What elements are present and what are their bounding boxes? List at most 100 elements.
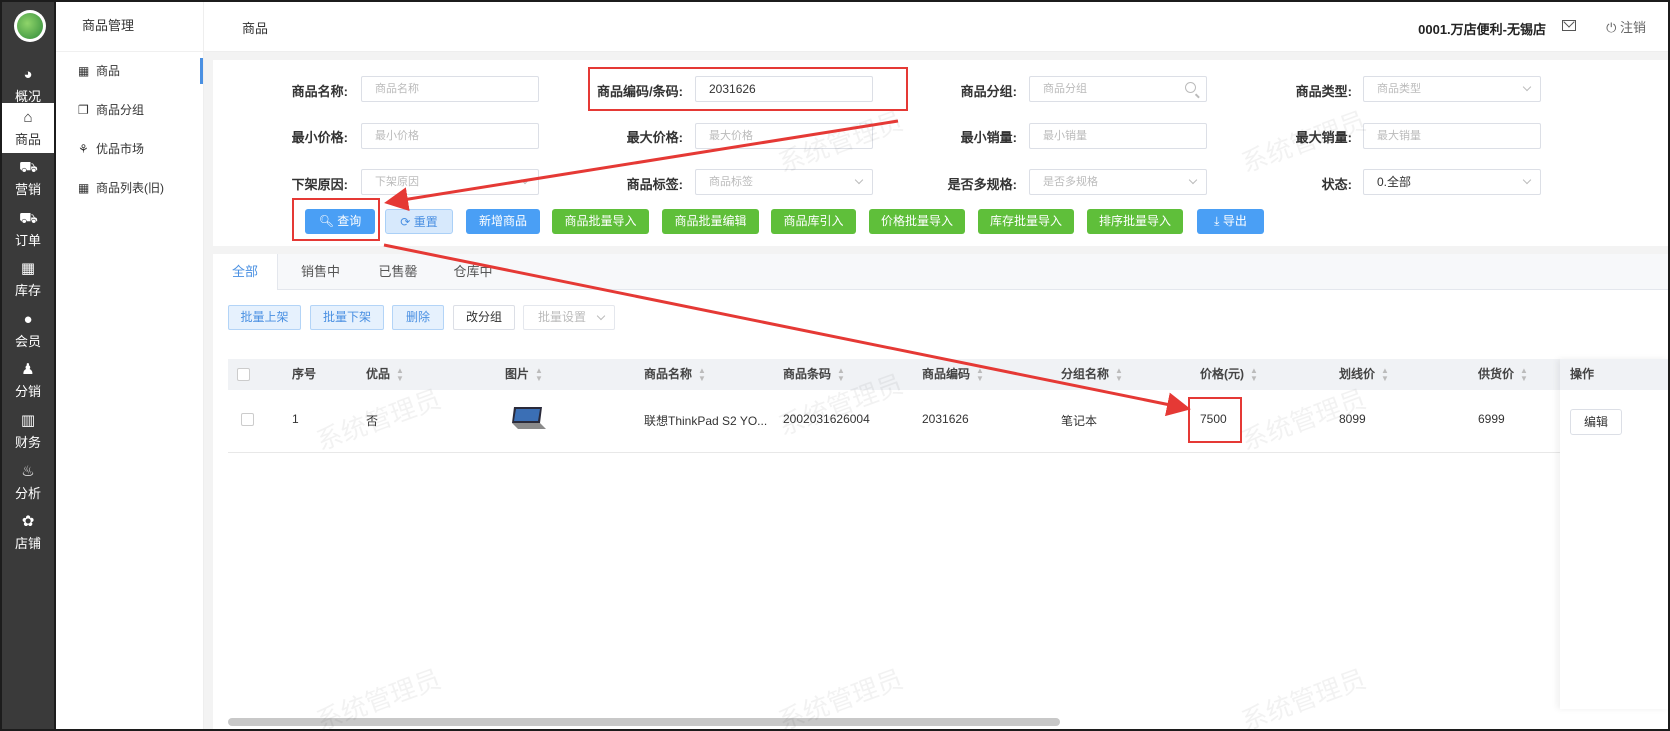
name-label: 商品名称: bbox=[291, 84, 348, 99]
tab-all[interactable]: 全部 bbox=[213, 254, 278, 290]
min-sales-input[interactable]: 最小销量 bbox=[1029, 123, 1207, 149]
tag-label: 商品标签: bbox=[626, 177, 683, 192]
store-icon: ✿ bbox=[21, 513, 35, 530]
tree-icon: ⚘ bbox=[78, 142, 89, 156]
table-row[interactable]: 1 否 联想ThinkPad S2 YO... 2002031626004 20… bbox=[228, 390, 1670, 453]
sidebar-item-market[interactable]: ⚘ 优品市场 bbox=[56, 130, 203, 169]
sort-icon: ▲ ▼ bbox=[1250, 365, 1258, 383]
delete-button[interactable]: 删除 bbox=[392, 305, 444, 330]
cell-name: 联想ThinkPad S2 YO... bbox=[644, 414, 768, 428]
sidebar-item-product-groups[interactable]: ❐ 商品分组 bbox=[56, 91, 203, 130]
cell-list-price: 8099 bbox=[1339, 412, 1366, 426]
horizontal-scrollbar[interactable] bbox=[228, 718, 1060, 726]
annotation-box-query-button bbox=[292, 198, 380, 241]
logout-button[interactable]: ⏻ 注销 bbox=[1606, 17, 1646, 36]
tab-in-warehouse[interactable]: 仓库中 bbox=[433, 254, 513, 290]
tag-select[interactable]: 商品标签 bbox=[695, 169, 873, 195]
rail-item-distribution[interactable]: ♟ 分销 bbox=[2, 355, 54, 405]
col-featured[interactable]: 优品 ▲ ▼ bbox=[366, 359, 404, 390]
spec-label: 是否多规格: bbox=[947, 177, 1017, 192]
analysis-icon: ♨ bbox=[21, 463, 35, 480]
col-group[interactable]: 分组名称 ▲ ▼ bbox=[1061, 359, 1123, 390]
cell-barcode: 2002031626004 bbox=[783, 412, 870, 426]
sort-icon: ▲ ▼ bbox=[1381, 365, 1389, 383]
col-barcode[interactable]: 商品条码 ▲ ▼ bbox=[783, 359, 845, 390]
bulk-off-shelf-button[interactable]: 批量下架 bbox=[310, 305, 384, 330]
chevron-down-icon bbox=[1522, 175, 1532, 185]
max-price-input[interactable]: 最大价格 bbox=[695, 123, 873, 149]
row-checkbox[interactable] bbox=[241, 413, 254, 426]
col-list-price[interactable]: 划线价 ▲ ▼ bbox=[1339, 359, 1389, 390]
reason-select[interactable]: 下架原因 bbox=[361, 169, 539, 195]
name-input[interactable]: 商品名称 bbox=[361, 76, 539, 102]
rail-item-inventory[interactable]: ▦ 库存 bbox=[2, 254, 54, 304]
rail-item-analysis[interactable]: ♨ 分析 bbox=[2, 457, 54, 507]
tab-on-sale[interactable]: 销售中 bbox=[278, 254, 363, 290]
edit-button[interactable]: 编辑 bbox=[1570, 409, 1622, 435]
chevron-down-icon bbox=[1522, 82, 1532, 92]
cart-icon: ⛟ bbox=[19, 159, 38, 176]
refresh-icon: ⟳ bbox=[400, 215, 411, 229]
rail-item-store[interactable]: ✿ 店铺 bbox=[2, 507, 54, 557]
chevron-down-icon bbox=[520, 175, 530, 185]
spec-select[interactable]: 是否多规格 bbox=[1029, 169, 1207, 195]
group-select[interactable]: 商品分组 bbox=[1029, 76, 1207, 102]
max-sales-label: 最大销量: bbox=[1295, 130, 1352, 145]
col-supply-price[interactable]: 供货价 ▲ ▼ bbox=[1478, 359, 1528, 390]
bulk-edit-button[interactable]: 商品批量编辑 bbox=[662, 209, 759, 234]
tab-sold-out[interactable]: 已售罄 bbox=[358, 254, 438, 290]
regroup-button[interactable]: 改分组 bbox=[453, 305, 515, 330]
app-logo bbox=[14, 10, 46, 42]
download-icon: ⤓ bbox=[1214, 214, 1220, 228]
min-price-label: 最小价格: bbox=[291, 130, 348, 145]
bulk-settings-dropdown[interactable]: 批量设置 bbox=[523, 305, 615, 330]
secondary-sidebar: 商品管理 ▦ 商品 ❐ 商品分组 ⚘ 优品市场 ▦ 商品列表(旧) bbox=[56, 0, 204, 731]
grid-icon: ▦ bbox=[78, 64, 90, 78]
product-thumbnail[interactable] bbox=[508, 405, 548, 431]
dashboard-icon: ◕ bbox=[23, 66, 33, 83]
rail-item-marketing[interactable]: ⛟ 营销 bbox=[2, 153, 54, 203]
bulk-import-button[interactable]: 商品批量导入 bbox=[552, 209, 649, 234]
stock-import-button[interactable]: 库存批量导入 bbox=[978, 209, 1074, 234]
rail-item-orders[interactable]: ⛟ 订单 bbox=[2, 204, 54, 254]
rail-item-members[interactable]: ● 会员 bbox=[2, 305, 54, 355]
cell-code: 2031626 bbox=[922, 412, 969, 426]
bulk-on-shelf-button[interactable]: 批量上架 bbox=[228, 305, 301, 330]
rail-item-products[interactable]: ⌂ 商品 bbox=[2, 103, 54, 153]
inventory-icon: ▦ bbox=[20, 260, 36, 277]
max-sales-input[interactable]: 最大销量 bbox=[1363, 123, 1541, 149]
sidebar-item-products[interactable]: ▦ 商品 bbox=[56, 52, 203, 91]
chevron-down-icon bbox=[596, 311, 606, 321]
cell-featured: 否 bbox=[366, 414, 379, 428]
cell-group: 笔记本 bbox=[1061, 414, 1098, 428]
status-select[interactable]: 0.全部 bbox=[1363, 169, 1541, 195]
col-image[interactable]: 图片 ▲ ▼ bbox=[505, 359, 543, 390]
library-import-button[interactable]: 商品库引入 bbox=[771, 209, 856, 234]
select-all-checkbox[interactable] bbox=[237, 368, 250, 381]
col-name[interactable]: 商品名称 ▲ ▼ bbox=[644, 359, 706, 390]
price-import-button[interactable]: 价格批量导入 bbox=[869, 209, 965, 234]
type-select[interactable]: 商品类型 bbox=[1363, 76, 1541, 102]
mail-icon[interactable] bbox=[1562, 20, 1576, 31]
sort-icon: ▲ ▼ bbox=[396, 365, 404, 383]
annotation-box-code-filter bbox=[588, 67, 908, 111]
sort-icon: ▲ ▼ bbox=[535, 365, 543, 383]
sidebar-item-legacy-list[interactable]: ▦ 商品列表(旧) bbox=[56, 169, 203, 208]
annotation-box-price-cell bbox=[1188, 397, 1242, 443]
store-name[interactable]: 0001.万店便利-无锡店 bbox=[1418, 19, 1546, 38]
col-price[interactable]: 价格(元) ▲ ▼ bbox=[1200, 359, 1258, 390]
reset-button[interactable]: ⟳ 重置 bbox=[385, 209, 453, 234]
breadcrumb: 商品 bbox=[242, 21, 269, 36]
rail-item-finance[interactable]: ▥ 财务 bbox=[2, 406, 54, 456]
min-price-input[interactable]: 最小价格 bbox=[361, 123, 539, 149]
sort-icon: ▲ ▼ bbox=[837, 365, 845, 383]
main-nav-rail: ◕ 概况 ⌂ 商品 ⛟ 营销 ⛟ 订单 ▦ 库存 ● 会员 ♟ 分销 ▥ 财务 … bbox=[0, 0, 56, 731]
col-code[interactable]: 商品编码 ▲ ▼ bbox=[922, 359, 984, 390]
sort-import-button[interactable]: 排序批量导入 bbox=[1087, 209, 1183, 234]
export-button[interactable]: ⤓ 导出 bbox=[1197, 209, 1264, 234]
product-icon: ⌂ bbox=[23, 109, 33, 126]
table-header: 序号 优品 ▲ ▼ 图片 ▲ ▼ 商品名称 ▲ ▼ 商品条码 ▲ ▼ 商品编码 ▲ ▼ 分组名称 ▲ ▼… bbox=[228, 359, 1670, 390]
reason-label: 下架原因: bbox=[291, 177, 348, 192]
member-icon: ● bbox=[23, 311, 33, 328]
add-product-button[interactable]: 新增商品 bbox=[466, 209, 540, 234]
